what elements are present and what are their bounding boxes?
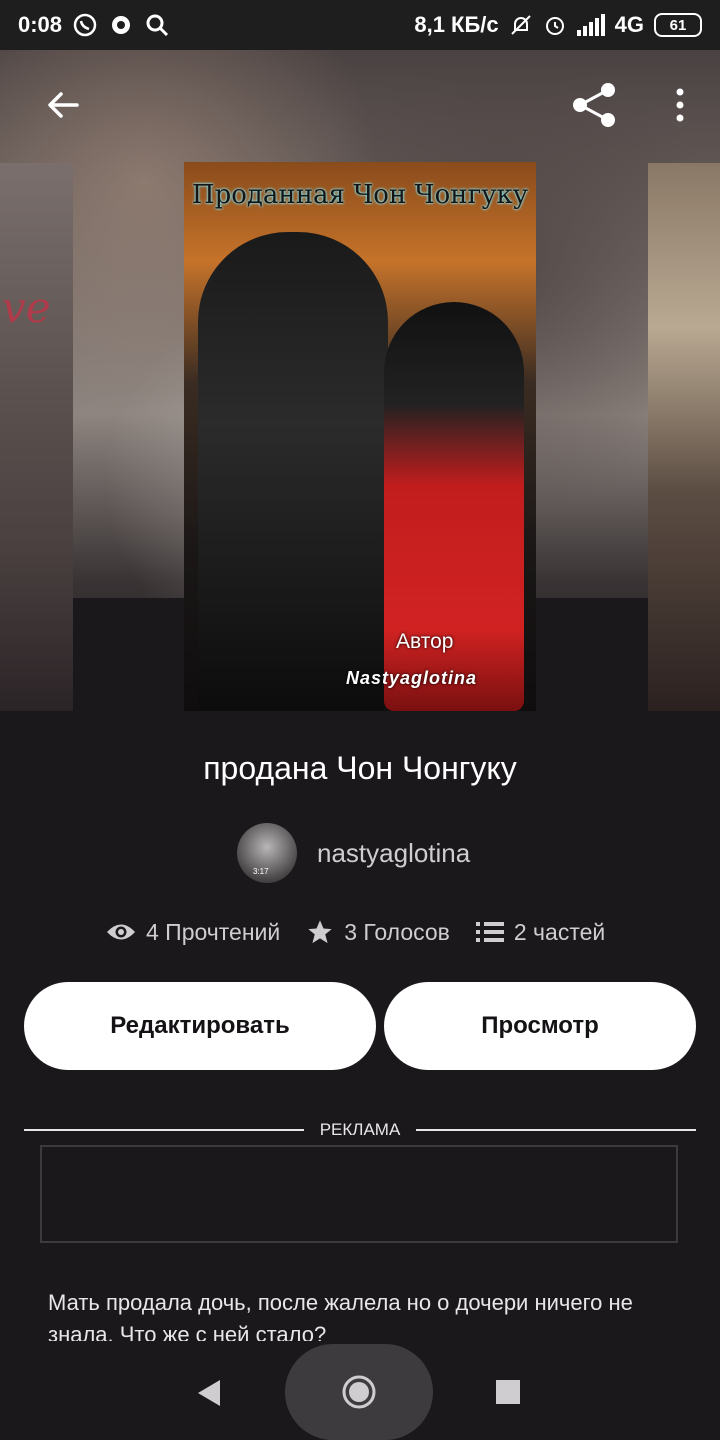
share-icon (573, 83, 615, 127)
network-speed: 8,1 КБ/с (414, 12, 499, 37)
nav-back-icon[interactable] (196, 1378, 222, 1408)
alarm-icon (545, 17, 564, 35)
book-stats: 4 Прочтений 3 Голосов 2 частей (106, 918, 605, 946)
previous-cover-text: ve (2, 283, 51, 332)
book-title: продана Чон Чонгуку (203, 750, 517, 786)
list-icon (475, 922, 504, 942)
avatar[interactable]: 3:17 (237, 823, 297, 883)
view-button[interactable]: Просмотр (384, 982, 696, 1070)
ad-slot[interactable] (40, 1145, 678, 1243)
bell-off-icon (510, 15, 531, 35)
reads-count: 4 Прочтений (146, 918, 281, 945)
back-button[interactable] (38, 80, 88, 130)
ad-divider-left (24, 1129, 304, 1131)
back-arrow-icon (48, 92, 79, 118)
parts-stat: 2 частей (475, 918, 606, 946)
search-icon (146, 14, 169, 37)
share-button[interactable] (570, 80, 620, 130)
edit-button[interactable]: Редактировать (24, 982, 376, 1070)
previous-cover[interactable]: ve (0, 163, 73, 711)
battery-level: 61 (669, 16, 687, 34)
cover-author-label: Автор (396, 630, 454, 653)
battery-icon: 61 (654, 13, 702, 37)
author-name[interactable]: nastyaglotina (317, 838, 470, 869)
more-vert-icon (676, 88, 684, 122)
votes-count: 3 Голосов (344, 918, 450, 945)
network-type: 4G (614, 12, 644, 37)
next-cover[interactable] (648, 163, 720, 711)
book-description: Мать продала дочь, после жалела но о доч… (48, 1290, 633, 1341)
nav-home-icon[interactable] (341, 1374, 377, 1410)
ad-divider-right (416, 1129, 697, 1131)
ad-header: РЕКЛАМА (24, 1117, 697, 1143)
sync-icon (112, 16, 131, 34)
reads-stat: 4 Прочтений (106, 919, 280, 946)
cover-figure-man (198, 232, 388, 711)
whatsapp-icon (73, 13, 97, 37)
author-row[interactable]: 3:17 nastyaglotina (237, 823, 470, 883)
star-icon (308, 920, 332, 944)
more-options-button[interactable] (670, 80, 690, 130)
signal-icon (576, 14, 605, 36)
toolbar (0, 50, 720, 160)
ad-label: РЕКЛАМА (319, 1120, 401, 1139)
parts-count: 2 частей (513, 918, 606, 945)
book-cover[interactable]: Проданная Чон Чонгуку Автор Nastyaglotin… (184, 162, 536, 711)
toolbar-actions (570, 80, 690, 130)
cover-author-name: Nastyaglotina (346, 668, 478, 688)
avatar-time: 3:17 (253, 867, 269, 876)
status-bar: 0:08 8,1 КБ/с 4G 61 (0, 0, 720, 50)
eye-icon (107, 924, 135, 940)
status-time: 0:08 (18, 12, 63, 37)
status-bar-left: 0:08 (18, 12, 170, 38)
status-bar-right: 8,1 КБ/с 4G 61 (414, 12, 702, 38)
votes-stat: 3 Голосов (306, 918, 450, 946)
nav-recent-icon[interactable] (496, 1380, 520, 1404)
cover-title: Проданная Чон Чонгуку (191, 180, 529, 210)
